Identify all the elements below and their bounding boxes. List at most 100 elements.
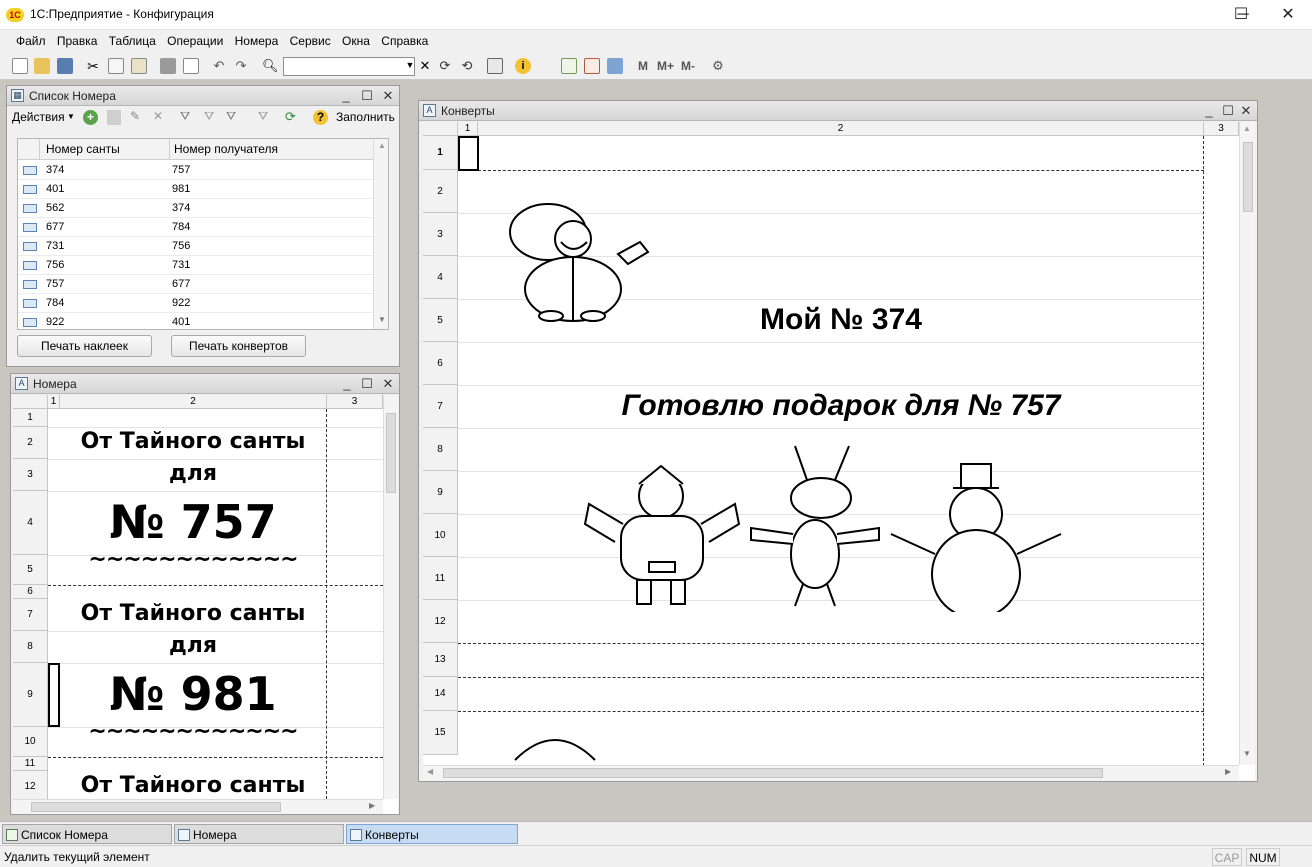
row-header[interactable]: 2: [423, 170, 458, 213]
close-button[interactable]: ✕: [379, 375, 397, 393]
print-labels-button[interactable]: Печать наклеек: [17, 335, 152, 357]
row-header[interactable]: 3: [423, 213, 458, 256]
column-header[interactable]: 2: [478, 122, 1204, 136]
close-button[interactable]: ✕: [1265, 0, 1311, 30]
row-header[interactable]: 11: [423, 557, 458, 600]
scroll-down-icon[interactable]: ▼: [1243, 749, 1251, 758]
filter-selection-icon[interactable]: ⛛: [204, 109, 214, 124]
task-list-window[interactable]: Список Номера: [2, 824, 172, 844]
row-header[interactable]: 6: [423, 342, 458, 385]
minimize-button[interactable]: _: [338, 375, 356, 393]
search-icon[interactable]: 🔍︎: [262, 58, 279, 74]
task-envelopes-window[interactable]: Конверты: [346, 824, 518, 844]
table-row[interactable]: 757 677: [18, 275, 373, 294]
vertical-scrollbar[interactable]: ▲ ▼: [373, 139, 388, 329]
row-header[interactable]: 1: [423, 136, 458, 170]
table-row[interactable]: 784 922: [18, 294, 373, 313]
vertical-scrollbar[interactable]: ▲ ▼: [1239, 122, 1255, 765]
open-folder-icon[interactable]: [34, 58, 50, 74]
print-icon[interactable]: [160, 58, 176, 74]
horizontal-scrollbar[interactable]: ◀ ▶: [423, 765, 1239, 780]
list-window-titlebar[interactable]: ▦ Список Номера _ ☐ ✕: [7, 86, 399, 106]
scroll-thumb[interactable]: [443, 768, 1103, 778]
refresh-icon[interactable]: ⟳: [285, 109, 296, 125]
chevron-down-icon[interactable]: ▼: [67, 112, 75, 121]
row-header[interactable]: 7: [423, 385, 458, 428]
menu-edit[interactable]: Правка: [53, 30, 102, 53]
scroll-down-icon[interactable]: ▼: [378, 315, 386, 324]
scroll-up-icon[interactable]: ▲: [1243, 124, 1251, 133]
row-header[interactable]: 7: [13, 599, 48, 631]
add-icon[interactable]: +: [83, 110, 98, 125]
row-header[interactable]: 4: [423, 256, 458, 299]
row-header[interactable]: 5: [423, 299, 458, 342]
row-header[interactable]: 10: [13, 727, 48, 757]
row-header[interactable]: 10: [423, 514, 458, 557]
menu-help[interactable]: Справка: [377, 30, 432, 53]
column-header[interactable]: 3: [327, 395, 383, 409]
maximize-button[interactable]: ☐: [358, 87, 376, 105]
row-header[interactable]: 3: [13, 459, 48, 491]
menu-service[interactable]: Сервис: [286, 30, 335, 53]
calculator-icon[interactable]: [561, 58, 577, 74]
redo-icon[interactable]: ↷: [233, 58, 249, 74]
column-header-recipient[interactable]: Номер получателя: [170, 139, 373, 160]
table-row[interactable]: 562 374: [18, 199, 373, 218]
find-prev-icon[interactable]: ⟲: [459, 58, 475, 74]
row-header[interactable]: 9: [13, 663, 48, 727]
maximize-button[interactable]: ☐: [358, 375, 376, 393]
table-row[interactable]: 922 401: [18, 313, 373, 329]
fill-button[interactable]: Заполнить: [336, 110, 395, 124]
task-labels-window[interactable]: Номера: [174, 824, 344, 844]
vertical-scrollbar[interactable]: [383, 395, 398, 799]
row-header[interactable]: 9: [423, 471, 458, 514]
maximize-button[interactable]: ☐: [1218, 0, 1264, 30]
delete-icon[interactable]: ✕: [153, 109, 163, 123]
labels-spreadsheet[interactable]: 1 2 3 1 2 3 4 5 6 7 8 9 10 11 12 От Тайн…: [13, 395, 398, 814]
chevron-down-icon[interactable]: ▼: [402, 60, 418, 76]
row-header[interactable]: 12: [423, 600, 458, 643]
table-row[interactable]: 677 784: [18, 218, 373, 237]
envelopes-spreadsheet[interactable]: 1 2 3 1 2 3 4 5 6 7 8 9 10 11 12 13 14 1…: [423, 122, 1255, 780]
scroll-up-icon[interactable]: ▲: [378, 141, 386, 150]
clear-search-icon[interactable]: ✕: [417, 58, 433, 74]
help-icon[interactable]: ?: [313, 110, 328, 125]
windows-icon[interactable]: [487, 58, 503, 74]
edit-icon[interactable]: ✎: [130, 109, 140, 123]
info-icon[interactable]: i: [515, 58, 531, 74]
scroll-right-icon[interactable]: ▶: [1225, 767, 1231, 776]
search-input[interactable]: [283, 57, 415, 76]
minimize-button[interactable]: _: [1200, 102, 1218, 120]
users-icon[interactable]: [607, 58, 623, 74]
maximize-button[interactable]: ☐: [1219, 102, 1237, 120]
actions-menu[interactable]: Действия: [12, 110, 65, 124]
calendar-icon[interactable]: [584, 58, 600, 74]
paste-icon[interactable]: [131, 58, 147, 74]
column-header-santa[interactable]: Номер санты: [40, 139, 170, 160]
copy-icon[interactable]: [107, 110, 121, 125]
row-header[interactable]: 13: [423, 643, 458, 677]
column-header[interactable]: 1: [458, 122, 478, 136]
copy-icon[interactable]: [108, 58, 124, 74]
menu-numbers[interactable]: Номера: [231, 30, 283, 53]
close-button[interactable]: ✕: [379, 87, 397, 105]
settings-icon[interactable]: ⚙: [710, 58, 726, 74]
memory-minus-button[interactable]: M-: [681, 59, 695, 73]
menu-operations[interactable]: Операции: [163, 30, 227, 53]
horizontal-scrollbar[interactable]: ▶: [13, 799, 383, 814]
memory-button[interactable]: M: [638, 59, 648, 73]
row-header[interactable]: 8: [423, 428, 458, 471]
row-header[interactable]: 1: [13, 409, 48, 427]
new-document-icon[interactable]: [12, 58, 28, 74]
row-header[interactable]: 4: [13, 491, 48, 555]
memory-plus-button[interactable]: M+: [657, 59, 674, 73]
labels-window-titlebar[interactable]: A Номера _ ☐ ✕: [11, 374, 399, 394]
table-row[interactable]: 731 756: [18, 237, 373, 256]
minimize-button[interactable]: _: [337, 87, 355, 105]
column-header[interactable]: 3: [1204, 122, 1239, 136]
find-next-icon[interactable]: ⟳: [437, 58, 453, 74]
row-header[interactable]: 6: [13, 585, 48, 599]
row-header[interactable]: 2: [13, 427, 48, 459]
active-cell[interactable]: [48, 663, 60, 727]
menu-file[interactable]: Файл: [12, 30, 50, 53]
